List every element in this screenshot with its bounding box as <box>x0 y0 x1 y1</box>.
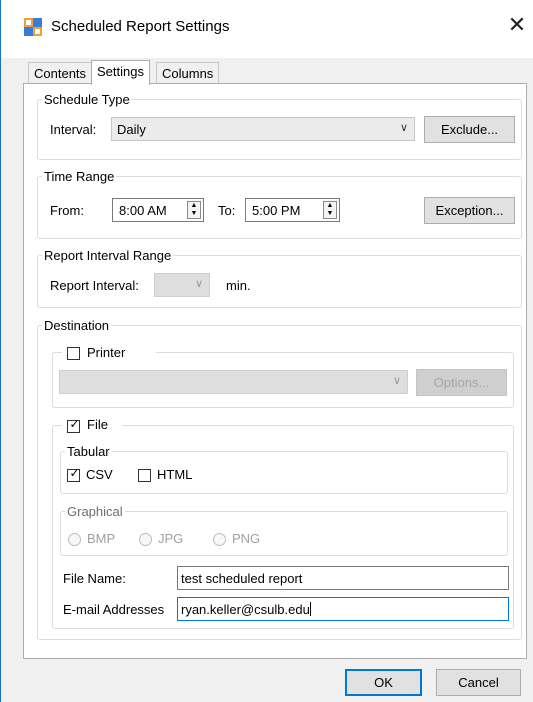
bmp-label: BMP <box>87 531 116 546</box>
tab-settings[interactable]: Settings <box>91 60 150 85</box>
printer-checkbox[interactable] <box>67 347 80 360</box>
unit-label: min. <box>226 278 251 293</box>
tabular-legend: Tabular <box>67 444 110 459</box>
file-name-input[interactable]: test scheduled report <box>177 566 509 590</box>
html-label: HTML <box>157 467 193 482</box>
email-label: E-mail Addresses <box>63 602 165 617</box>
file-checkbox[interactable]: ✓ <box>67 417 80 433</box>
ok-button[interactable]: OK <box>345 669 422 696</box>
printer-label: Printer <box>87 345 126 360</box>
cancel-button[interactable]: Cancel <box>436 669 521 696</box>
png-radio[interactable] <box>213 533 226 546</box>
interval-value: Daily <box>117 122 146 137</box>
app-icon <box>24 18 42 36</box>
bmp-radio[interactable] <box>68 533 81 546</box>
png-label: PNG <box>232 531 261 546</box>
html-checkbox[interactable] <box>138 469 151 482</box>
exception-button[interactable]: Exception... <box>424 197 515 224</box>
chevron-down-icon: ∨ <box>194 278 203 290</box>
destination-legend: Destination <box>44 318 110 333</box>
csv-label: CSV <box>86 467 113 482</box>
jpg-label: JPG <box>158 531 184 546</box>
tab-contents[interactable]: Contents <box>28 62 93 84</box>
report-interval-label: Report Interval: <box>50 278 139 293</box>
to-time-value: 5:00 PM <box>252 203 301 218</box>
file-name-label: File Name: <box>63 571 126 586</box>
csv-checkbox[interactable]: ✓ <box>67 466 80 482</box>
printer-dropdown[interactable]: ∨ <box>59 370 408 394</box>
file-name-value: test scheduled report <box>181 571 303 586</box>
report-interval-dropdown[interactable]: ∨ <box>154 273 210 297</box>
from-time-picker[interactable]: 8:00 AM ▲ ▼ <box>112 198 204 222</box>
email-value: ryan.keller@csulb.edu <box>181 602 310 617</box>
interval-label: Interval: <box>50 122 97 137</box>
graphical-legend: Graphical <box>67 504 123 519</box>
to-time-picker[interactable]: 5:00 PM ▲ ▼ <box>245 198 340 222</box>
to-label: To: <box>218 203 236 218</box>
interval-dropdown[interactable]: Daily ∨ <box>111 117 415 141</box>
schedule-type-legend: Schedule Type <box>44 92 130 107</box>
tabular-group: Tabular <box>60 444 508 494</box>
email-input[interactable]: ryan.keller@csulb.edu <box>177 597 509 621</box>
window-title: Scheduled Report Settings <box>51 18 230 35</box>
jpg-radio[interactable] <box>139 533 152 546</box>
file-label: File <box>87 417 108 432</box>
time-range-legend: Time Range <box>44 169 115 184</box>
title-bar[interactable]: Scheduled Report Settings ✕ <box>1 0 533 58</box>
checkmark-icon: ✓ <box>69 466 80 480</box>
close-icon[interactable]: ✕ <box>506 14 528 36</box>
text-caret <box>309 602 311 616</box>
up-down-spinner-icon[interactable]: ▲ ▼ <box>323 201 337 219</box>
graphical-group: Graphical <box>60 504 508 556</box>
from-time-value: 8:00 AM <box>119 203 167 218</box>
options-button[interactable]: Options... <box>416 369 507 396</box>
from-label: From: <box>50 203 84 218</box>
up-down-spinner-icon[interactable]: ▲ ▼ <box>187 201 201 219</box>
tab-columns[interactable]: Columns <box>156 62 220 84</box>
checkmark-icon: ✓ <box>69 417 80 431</box>
report-interval-range-legend: Report Interval Range <box>44 248 172 263</box>
chevron-down-icon: ∨ <box>399 122 408 134</box>
chevron-down-icon: ∨ <box>392 375 401 387</box>
exclude-button[interactable]: Exclude... <box>424 116 515 143</box>
